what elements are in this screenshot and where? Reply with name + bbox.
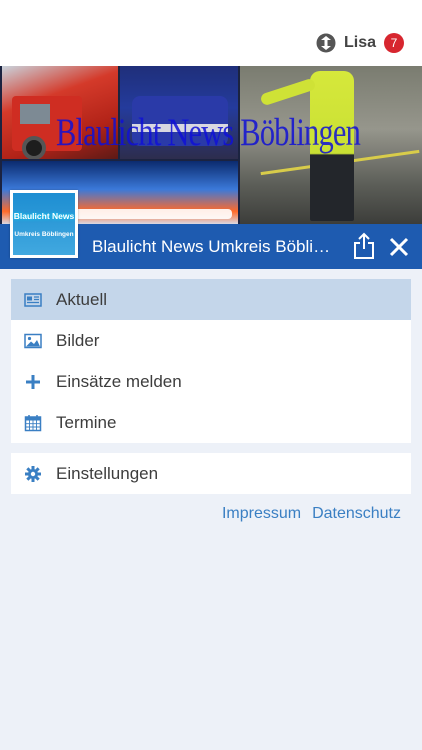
- menu-label-bilder: Bilder: [56, 330, 100, 350]
- user-name: Lisa: [343, 34, 376, 51]
- banner-overlay-title: Blaulicht News Böblingen: [56, 111, 361, 154]
- user-menu[interactable]: Lisa 7: [316, 33, 404, 53]
- menu-item-termine[interactable]: Termine: [11, 402, 411, 443]
- app-logo: Blaulicht News Umkreis Böblingen: [10, 190, 78, 258]
- truck-wheel: [22, 136, 46, 159]
- navigation-menu: Aktuell Bilder Einsätze melden Termine: [11, 279, 411, 443]
- user-switch-icon: [316, 33, 336, 53]
- gear-icon: [24, 465, 42, 483]
- menu-label-aktuell: Aktuell: [56, 289, 108, 309]
- image-icon: [24, 332, 42, 350]
- footer-links: Impressum Datenschutz: [211, 505, 401, 523]
- notification-badge[interactable]: 7: [384, 33, 404, 53]
- settings-menu: Einstellungen: [11, 453, 411, 494]
- menu-label-einstellungen: Einstellungen: [56, 463, 159, 483]
- logo-line2: Umkreis Böblingen: [14, 230, 74, 238]
- logo-line1: Blaulicht News: [13, 210, 75, 221]
- newspaper-icon: [24, 291, 42, 309]
- menu-label-termine: Termine: [56, 412, 117, 432]
- officer-arm: [259, 77, 317, 107]
- menu-label-einsaetze-melden: Einsätze melden: [56, 371, 182, 391]
- light-bar: [62, 209, 232, 219]
- logo-inner: Blaulicht News Umkreis Böblingen: [13, 193, 75, 255]
- plus-icon: [24, 373, 42, 391]
- truck-window: [20, 104, 50, 124]
- menu-item-einstellungen[interactable]: Einstellungen: [11, 453, 411, 494]
- impressum-link[interactable]: Impressum: [222, 505, 301, 523]
- menu-item-aktuell[interactable]: Aktuell: [11, 279, 411, 320]
- close-icon[interactable]: [387, 235, 411, 259]
- datenschutz-link[interactable]: Datenschutz: [312, 505, 401, 523]
- menu-item-einsaetze-melden[interactable]: Einsätze melden: [11, 361, 411, 402]
- page-title: Blaulicht News Umkreis Böblingen: [92, 237, 336, 256]
- menu-item-bilder[interactable]: Bilder: [11, 320, 411, 361]
- top-bar: Lisa 7: [0, 0, 422, 66]
- share-icon[interactable]: [352, 232, 376, 260]
- calendar-icon: [24, 414, 42, 432]
